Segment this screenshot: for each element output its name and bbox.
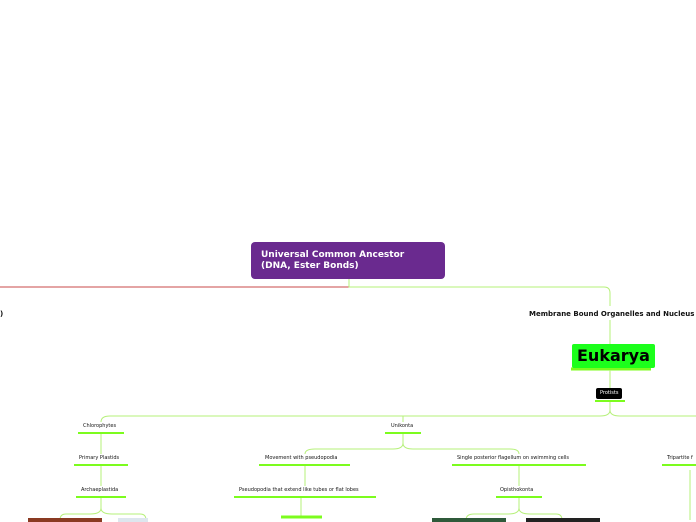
single-flagellum-node[interactable]: Single posterior flagellum on swimming c… <box>457 455 569 461</box>
protists-node[interactable]: Protists <box>596 388 623 399</box>
movement-pseudopodia-node[interactable]: Movement with pseudopodia <box>265 455 337 461</box>
primary-plastids-node[interactable]: Primary Plastids <box>79 455 119 461</box>
connector-root-right <box>348 279 611 306</box>
opisthokonta-image-thumbnail-2 <box>526 518 600 522</box>
connector-archae-children <box>59 498 147 520</box>
tripartite-node[interactable]: Tripartite f <box>667 455 693 461</box>
eukarya-node[interactable]: Eukarya <box>572 344 655 368</box>
connector-protists-children <box>100 402 611 423</box>
left-branch-label[interactable]: ) <box>0 310 3 318</box>
connector-protists-right <box>609 409 696 417</box>
archaeplastida-node[interactable]: Archaeplastida <box>81 487 118 493</box>
connector-root-left <box>0 279 350 288</box>
chlorophytes-node[interactable]: Chlorophytes <box>83 423 116 429</box>
root-subtitle: (DNA, Ester Bonds) <box>261 261 359 271</box>
unikonta-node[interactable]: Unikonta <box>391 423 413 429</box>
right-branch-label[interactable]: Membrane Bound Organelles and Nucleus <box>529 310 694 318</box>
root-node-universal-common-ancestor[interactable]: Universal Common Ancestor (DNA, Ester Bo… <box>251 242 445 279</box>
pseudopodia-tubes-node[interactable]: Pseudopodia that extend like tubes or fl… <box>239 487 359 493</box>
connector-opis-children <box>465 498 563 520</box>
archaeplastida-image-thumbnail <box>28 518 102 522</box>
opisthokonta-image-thumbnail <box>432 518 506 522</box>
root-title: Universal Common Ancestor <box>261 250 405 260</box>
archaeplastida-image-thumbnail-2 <box>118 518 148 522</box>
opisthokonta-node[interactable]: Opisthokonta <box>500 487 533 493</box>
connector-unikonta-children <box>304 434 520 455</box>
